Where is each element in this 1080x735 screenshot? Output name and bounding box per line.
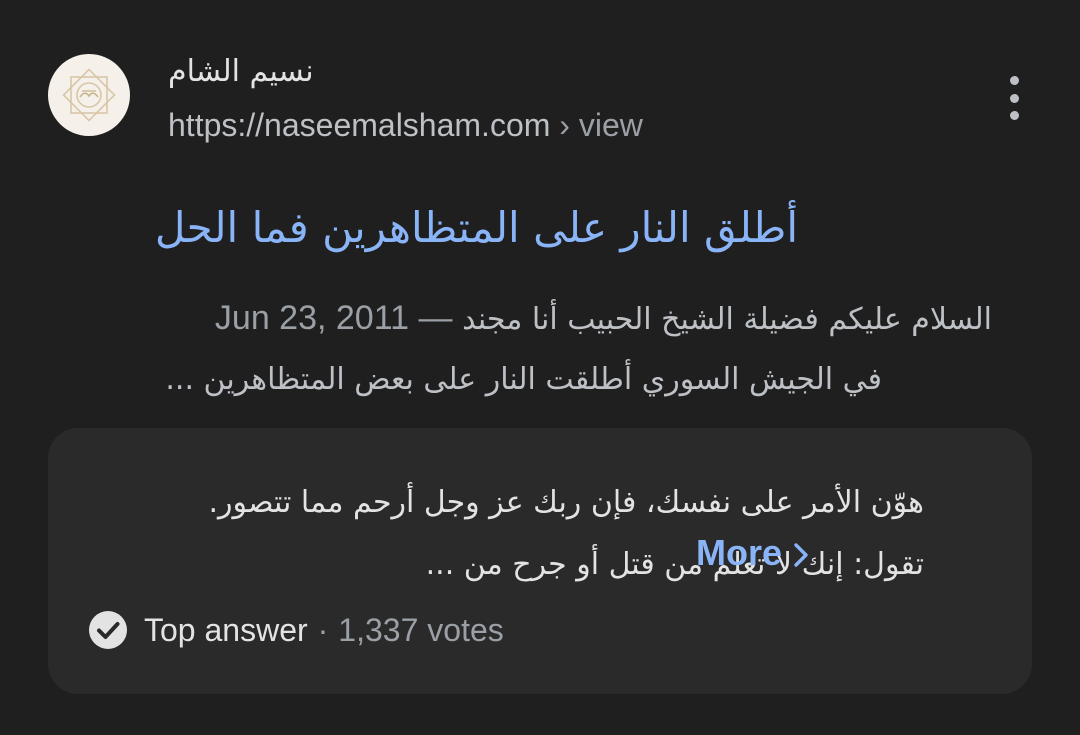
url-breadcrumb: › view <box>559 107 643 143</box>
snippet-dash: — <box>418 299 453 337</box>
answer-line-1: هوّن الأمر على نفسك، فإن ربك عز وجل أرحم… <box>208 485 924 520</box>
snippet-text-1: السلام عليكم فضيلة الشيخ الحبيب أنا مجند <box>462 302 992 337</box>
snippet-date: Jun 23, 2011 <box>214 299 409 337</box>
url-text: https://naseemalsham.com <box>168 107 551 143</box>
more-button[interactable]: More <box>696 528 810 578</box>
result-title-link[interactable]: أطلق النار على المتظاهرين فما الحل <box>48 196 798 260</box>
check-circle-icon <box>89 611 127 649</box>
dot-icon <box>1009 76 1019 85</box>
answer-card[interactable]: هوّن الأمر على نفسك، فإن ربك عز وجل أرحم… <box>48 428 1032 694</box>
separator: · <box>317 611 329 648</box>
more-options-button[interactable] <box>996 76 1032 120</box>
top-answer-label: Top answer <box>144 611 308 648</box>
dot-icon <box>1009 93 1019 103</box>
dot-icon <box>1009 111 1019 120</box>
chevron-right-icon <box>794 543 808 568</box>
result-snippet: السلام عليكم فضيلة الشيخ الحبيب أنا مجند… <box>48 288 992 410</box>
site-name[interactable]: نسيم الشام <box>168 52 348 92</box>
site-url[interactable]: https://naseemalsham.com › view <box>168 104 643 146</box>
more-label: More <box>696 532 783 573</box>
top-answer-row: Top answer · 1,337 votes <box>88 610 504 650</box>
snippet-line-1: السلام عليكم فضيلة الشيخ الحبيب أنا مجند… <box>48 288 992 350</box>
site-logo-icon <box>62 68 116 122</box>
snippet-text-2: في الجيش السوري أطلقت النار على بعض المت… <box>165 362 882 397</box>
vote-count: 1,337 votes <box>338 611 504 648</box>
site-favicon[interactable] <box>48 54 130 136</box>
